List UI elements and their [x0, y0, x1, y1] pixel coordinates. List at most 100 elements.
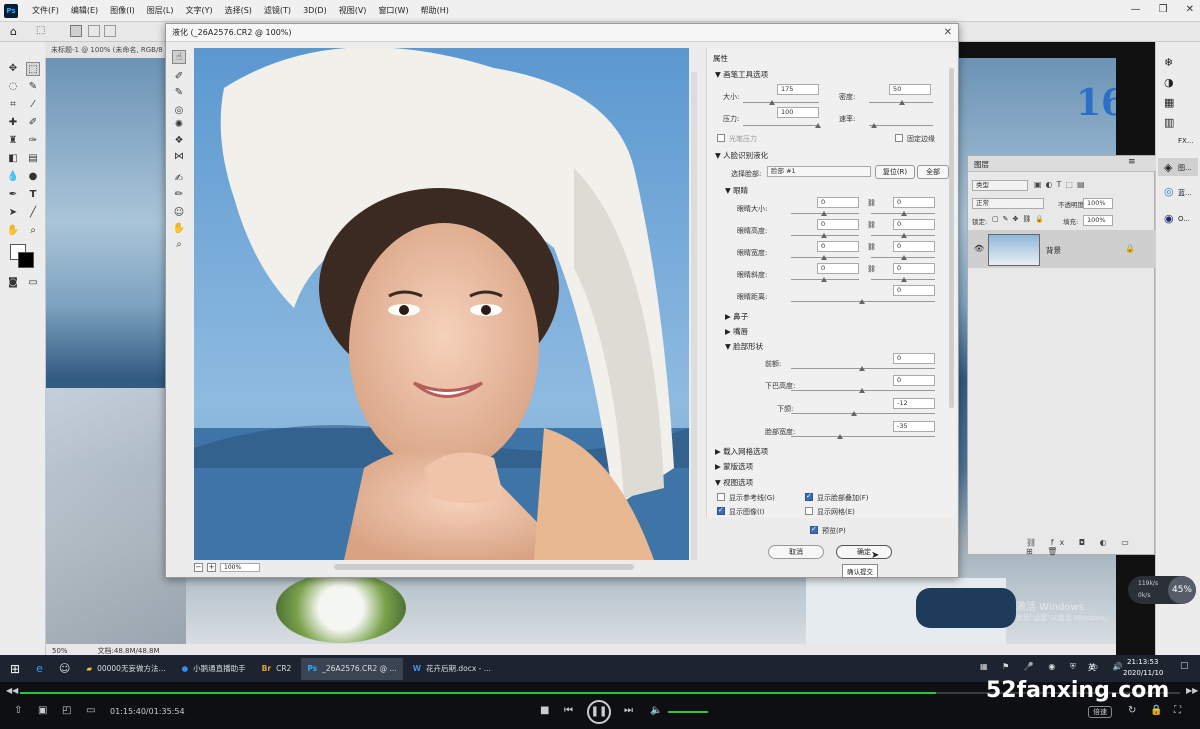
blur-icon[interactable]: 💧	[6, 170, 20, 184]
blend-mode-select[interactable]: 正常	[972, 198, 1044, 209]
marquee-icon[interactable]: ⬚	[36, 25, 45, 36]
menu-window[interactable]: 窗口(W)	[372, 5, 414, 16]
menu-type[interactable]: 文字(Y)	[179, 5, 218, 16]
eye-height-right-slider[interactable]	[871, 233, 935, 238]
marquee-tool-icon[interactable]: ⬚	[26, 62, 40, 76]
menu-image[interactable]: 图像(I)	[104, 5, 141, 16]
forward-icon[interactable]: ▶▶	[1186, 686, 1198, 695]
liquify-preview[interactable]	[194, 48, 689, 560]
show-mesh-checkbox[interactable]	[805, 507, 813, 515]
next-icon[interactable]: ⏭	[624, 705, 633, 716]
freeze-mask-icon[interactable]: ✍	[172, 172, 186, 186]
taskbar-item-photoshop[interactable]: Ps _26A2576.CR2 @ ...	[301, 657, 403, 680]
brush-section-header[interactable]: ▼ 画笔工具选项	[715, 69, 768, 80]
pucker-icon[interactable]: ✺	[172, 118, 186, 132]
lock-icons[interactable]: ▢✎✥⛓🔒	[992, 215, 1048, 223]
taskbar-item-bridge[interactable]: Br CR2	[256, 658, 298, 680]
forward-warp-icon[interactable]: ☝	[172, 50, 186, 64]
add-selection-icon[interactable]	[88, 25, 100, 37]
hand-icon[interactable]: ✋	[172, 222, 186, 236]
eye-size-right-slider[interactable]	[871, 211, 935, 216]
pen-icon[interactable]: ✒	[6, 188, 20, 202]
view-section-header[interactable]: ▼ 视图选项	[715, 477, 753, 488]
eye-distance-input[interactable]: 0	[893, 285, 935, 296]
eye-width-right-input[interactable]: 0	[893, 241, 935, 252]
layers-tab[interactable]: 图层	[974, 159, 989, 170]
zoom-out-icon[interactable]: −	[194, 562, 203, 572]
size-slider[interactable]	[743, 100, 819, 105]
background-color-swatch[interactable]	[18, 252, 34, 268]
caption-icon[interactable]: ▭	[86, 705, 95, 716]
chin-height-slider[interactable]	[791, 388, 935, 393]
ok-button[interactable]: 确定	[836, 545, 892, 559]
preview-scrollbar[interactable]	[334, 564, 634, 570]
density-slider[interactable]	[869, 100, 933, 105]
other-panel-label[interactable]: O...	[1178, 215, 1190, 223]
histogram-icon[interactable]: ▦	[1164, 96, 1174, 109]
line-icon[interactable]: ╱	[26, 206, 40, 220]
size-input[interactable]: 175	[777, 84, 819, 95]
props-scrollbar[interactable]	[949, 68, 954, 408]
quick-mask-icon[interactable]: ◙	[6, 276, 20, 290]
fill-input[interactable]: 100%	[1083, 215, 1113, 226]
menu-help[interactable]: 帮助(H)	[415, 5, 455, 16]
jawline-input[interactable]: -12	[893, 398, 935, 409]
3d-icon[interactable]: ❄	[1164, 56, 1173, 69]
tray-icons[interactable]: ▦ ⚑ 🎤 ◉ ⛨ ▭ 🔊	[980, 662, 1128, 672]
layer-name[interactable]: 背景	[1046, 245, 1061, 256]
layer-footer-icons[interactable]: ⛓ fx ◘ ◐ ▭ ⊞ 🗑	[1026, 538, 1154, 556]
eye-size-right-input[interactable]: 0	[893, 197, 935, 208]
eye-height-left-input[interactable]: 0	[817, 219, 859, 230]
zoom-icon[interactable]: ⌕	[26, 224, 40, 238]
fx-panel-label[interactable]: FX...	[1178, 137, 1194, 145]
face-section-header[interactable]: ▼ 人脸识别液化	[715, 150, 768, 161]
load-mesh-section-header[interactable]: ▶ 载入网格选项	[715, 446, 768, 457]
eye-tilt-left-slider[interactable]	[791, 277, 859, 282]
rewind-icon[interactable]: ◀◀	[6, 686, 18, 695]
eyedropper-icon[interactable]: ⁄	[26, 98, 40, 112]
pin-edges-checkbox[interactable]	[895, 134, 903, 142]
menu-select[interactable]: 选择(S)	[219, 5, 258, 16]
select-face-dropdown[interactable]: 脸部 #1	[767, 166, 871, 177]
link-icon[interactable]: ⛓	[867, 265, 876, 273]
close-icon[interactable]: ✕	[1186, 4, 1194, 15]
taskbar-item-word[interactable]: W 花卉后期.docx - ...	[407, 658, 497, 680]
eyes-section-header[interactable]: ▼ 眼睛	[725, 185, 748, 196]
mouth-section-header[interactable]: ▶ 嘴唇	[725, 326, 748, 337]
forehead-input[interactable]: 0	[893, 353, 935, 364]
menu-3d[interactable]: 3D(D)	[297, 6, 333, 15]
filter-icons[interactable]: ▣◐T⬚▤	[1034, 180, 1089, 189]
upload-icon[interactable]: ⇧	[14, 705, 22, 716]
screen-mode-icon[interactable]: ▭	[26, 276, 40, 290]
hand-icon[interactable]: ✋	[6, 224, 20, 238]
swatches-icon[interactable]: ▥	[1164, 116, 1174, 129]
eye-width-left-input[interactable]: 0	[817, 241, 859, 252]
preview-vscroll[interactable]	[691, 72, 697, 560]
gradient-icon[interactable]: ▤	[26, 152, 40, 166]
eye-size-left-input[interactable]: 0	[817, 197, 859, 208]
clock-date[interactable]: 2020/11/10	[1123, 669, 1163, 677]
panel-menu-icon[interactable]: ≡	[1128, 157, 1136, 167]
eye-width-left-slider[interactable]	[791, 255, 859, 260]
smooth-icon[interactable]: ✎	[172, 86, 186, 100]
zoom-in-icon[interactable]: +	[207, 562, 216, 572]
properties-icon[interactable]: ◎	[1164, 185, 1174, 198]
snapshot-icon[interactable]: ◰	[62, 705, 71, 716]
face-tool-icon[interactable]: ☺	[172, 206, 186, 220]
show-guides-checkbox[interactable]	[717, 493, 725, 501]
menu-edit[interactable]: 编辑(E)	[65, 5, 104, 16]
adjustments-icon[interactable]: ◉	[1164, 212, 1174, 225]
mask-section-header[interactable]: ▶ 蒙版选项	[715, 461, 753, 472]
pressure-slider[interactable]	[743, 123, 821, 128]
volume-icon[interactable]: 🔈	[650, 705, 662, 716]
reconstruct-icon[interactable]: ✐	[172, 70, 186, 84]
crop-icon[interactable]: ⌗	[6, 98, 20, 112]
filter-kind-select[interactable]: 类型	[972, 180, 1028, 191]
lasso-icon[interactable]: ◌	[6, 80, 20, 94]
show-image-checkbox[interactable]	[717, 506, 725, 515]
subtract-selection-icon[interactable]	[104, 25, 116, 37]
fullscreen-icon[interactable]: ⛶	[1174, 705, 1181, 716]
move-icon[interactable]: ✥	[6, 62, 20, 76]
menu-file[interactable]: 文件(F)	[26, 5, 65, 16]
path-select-icon[interactable]: ➤	[6, 206, 20, 220]
